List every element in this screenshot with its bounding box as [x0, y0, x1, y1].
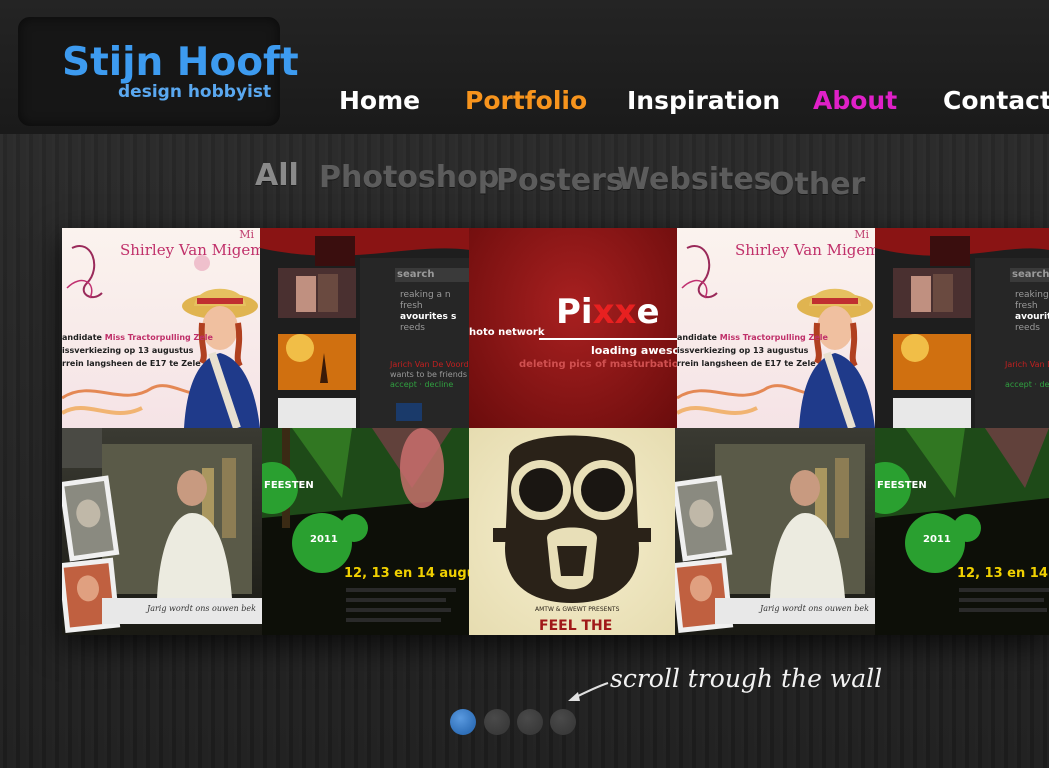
pixxel-logo-part: xx: [592, 292, 637, 332]
filter-posters[interactable]: Posters: [496, 163, 624, 198]
portfolio-tile-feesten[interactable]: FEESTEN 2011 12, 13 en 14 augustus: [262, 428, 469, 635]
portfolio-tile-pixxel[interactable]: hoto network Pixxe loading awesom deleti…: [469, 228, 677, 428]
tile-corner-text: Mi: [854, 228, 869, 241]
website-line: reeds: [1015, 323, 1040, 333]
feesten-title: FEESTEN: [877, 480, 927, 491]
nav-about[interactable]: About: [813, 86, 897, 115]
tile-text-highlight: Miss Tractorpulling Zele: [719, 333, 828, 342]
website-search-label: search: [397, 269, 435, 280]
pixxel-logo: Pixxe: [556, 292, 660, 332]
feesten-dates: 12, 13 en 14 augustus: [344, 566, 469, 581]
nav-portfolio[interactable]: Portfolio: [465, 86, 587, 115]
tile-title: Shirley Van Migem: [120, 241, 260, 259]
website-line: avourites s: [1015, 312, 1049, 322]
portfolio-tile-collage[interactable]: Jarig wordt ons ouwen bek: [62, 428, 262, 635]
tile-text-line-1: andidate Miss Tractorpulling Zele: [62, 333, 213, 342]
website-text-block: reaking a n fresh avourites s reeds: [1015, 290, 1049, 334]
tile-text-line-1: andidate Miss Tractorpulling Zele: [677, 333, 828, 342]
logo-tagline: design hobbyist: [118, 82, 272, 102]
portfolio-tile-website[interactable]: search reaking a n fresh avourites s ree…: [260, 228, 470, 428]
portfolio-tile-collage[interactable]: Jarig wordt ons ouwen bek: [675, 428, 875, 635]
feesten-year: 2011: [923, 534, 951, 545]
tile-text-prefix: andidate: [677, 333, 720, 342]
website-line: avourites s: [400, 312, 457, 322]
portfolio-tile-website[interactable]: search reaking a n fresh avourites s ree…: [875, 228, 1049, 428]
feesten-title: FEESTEN: [264, 480, 314, 491]
feesten-graphic: [262, 428, 469, 622]
website-line: reeds: [400, 323, 425, 333]
tile-text-highlight: Miss Tractorpulling Zele: [104, 333, 213, 342]
website-line: fresh: [1015, 301, 1038, 311]
tile-text-line-2: issverkiezing op 13 augustus: [62, 346, 194, 355]
collage-caption: Jarig wordt ons ouwen bek: [760, 604, 869, 613]
filter-websites[interactable]: Websites: [617, 162, 772, 197]
pixxel-logo-part: Pi: [556, 292, 593, 332]
pixxel-prefix: hoto network: [469, 327, 545, 338]
pager-dot-1[interactable]: [450, 709, 476, 735]
pixxel-logo-part: e: [636, 292, 660, 332]
gasmask-graphic: [493, 435, 651, 603]
logo-name[interactable]: Stijn Hooft: [62, 40, 299, 85]
website-text-block: reaking a n fresh avourites s reeds: [400, 290, 456, 334]
website-line: reaking a n: [1015, 290, 1049, 300]
website-search-label: search: [1012, 269, 1049, 280]
collage-caption: Jarig wordt ons ouwen bek: [147, 604, 256, 613]
nav-contact[interactable]: Contact: [943, 86, 1049, 115]
pager-dot-4[interactable]: [550, 709, 576, 735]
portfolio-tile-gasmask[interactable]: AMTW & GWEWT PRESENTS FEEL THE: [469, 428, 675, 635]
pixxel-sub: loading awesom: [591, 344, 677, 357]
filter-all[interactable]: All: [255, 158, 299, 193]
nav-home[interactable]: Home: [339, 86, 420, 115]
tile-text-line-3: rrein langsheen de E17 te Zele: [677, 359, 816, 368]
website-friend-name: Jarich Van De Voorde: [1005, 360, 1049, 369]
curved-arrow-icon: [568, 682, 609, 701]
pixxel-divider: [539, 338, 677, 340]
website-line: reaking a n: [400, 290, 451, 300]
tile-title: Shirley Van Migem: [735, 241, 875, 259]
pager-dot-3[interactable]: [517, 709, 543, 735]
website-friend-actions: accept · decline: [1005, 380, 1049, 389]
tile-text-line-2: issverkiezing op 13 augustus: [677, 346, 809, 355]
feesten-graphic: [875, 428, 1049, 612]
filter-other[interactable]: Other: [769, 167, 865, 202]
portfolio-tile-shirley-poster[interactable]: Mi Shirley Van Migem andidate Miss Tract…: [62, 228, 260, 428]
gasmask-presents: AMTW & GWEWT PRESENTS: [535, 606, 620, 613]
filter-photoshop[interactable]: Photoshop: [319, 160, 499, 195]
website-line: fresh: [400, 301, 423, 311]
portfolio-tile-feesten[interactable]: FEESTEN 2011 12, 13 en 14 augustus: [875, 428, 1049, 635]
website-friend-actions: accept · decline: [390, 380, 454, 389]
pager-dot-2[interactable]: [484, 709, 510, 735]
gasmask-title: FEEL THE: [539, 618, 613, 634]
nav-inspiration[interactable]: Inspiration: [627, 86, 780, 115]
tile-text-prefix: andidate: [62, 333, 105, 342]
portfolio-tile-shirley-poster[interactable]: Mi Shirley Van Migem andidate Miss Tract…: [677, 228, 875, 428]
tile-corner-text: Mi: [239, 228, 254, 241]
pixxel-sub2: deleting pics of masturbatio: [519, 359, 677, 370]
feesten-year: 2011: [310, 534, 338, 545]
website-friend-note: wants to be friends: [390, 370, 468, 379]
scroll-hint-text: scroll trough the wall: [610, 664, 883, 693]
tile-text-line-3: rrein langsheen de E17 te Zele: [62, 359, 201, 368]
website-friend-name: Jarich Van De Voorde: [390, 360, 470, 369]
feesten-dates: 12, 13 en 14 augustus: [957, 566, 1049, 581]
portfolio-wall[interactable]: Mi Shirley Van Migem andidate Miss Tract…: [62, 228, 1049, 635]
